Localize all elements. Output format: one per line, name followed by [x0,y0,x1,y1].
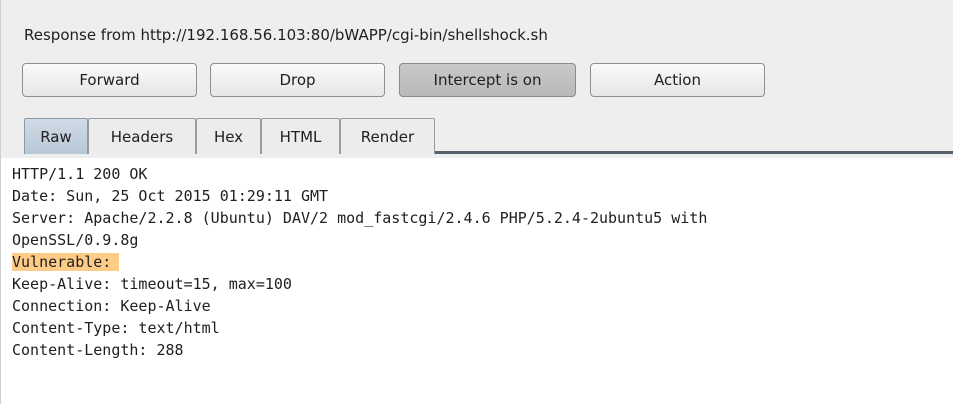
tab-render[interactable]: Render [340,118,435,154]
response-line: HTTP/1.1 200 OK [12,165,148,183]
drop-button[interactable]: Drop [210,63,385,97]
action-button[interactable]: Action [590,63,765,97]
vulnerable-highlight: Vulnerable: [12,253,120,271]
response-line-highlighted: Vulnerable: [12,251,953,273]
tab-hex[interactable]: Hex [196,118,261,154]
intercept-panel: Response from http://192.168.56.103:80/b… [0,0,953,158]
tabs-divider [435,151,953,154]
response-line: Content-Type: text/html [12,319,220,337]
raw-response-editor[interactable]: HTTP/1.1 200 OK Date: Sun, 25 Oct 2015 0… [12,163,953,361]
intercept-toggle-button[interactable]: Intercept is on [399,63,576,97]
response-line: Keep-Alive: timeout=15, max=100 [12,275,292,293]
response-line: Connection: Keep-Alive [12,297,211,315]
panel-edge [0,0,1,404]
tab-headers[interactable]: Headers [88,118,196,154]
response-line: Content-Length: 288 [12,341,184,359]
forward-button[interactable]: Forward [22,63,197,97]
response-line: OpenSSL/0.9.8g [12,231,139,249]
response-line: Date: Sun, 25 Oct 2015 01:29:11 GMT [12,187,329,205]
tab-html[interactable]: HTML [261,118,340,154]
tab-raw[interactable]: Raw [24,118,88,154]
response-line: Server: Apache/2.2.8 (Ubuntu) DAV/2 mod_… [12,209,708,227]
response-source-label: Response from http://192.168.56.103:80/b… [24,26,548,44]
